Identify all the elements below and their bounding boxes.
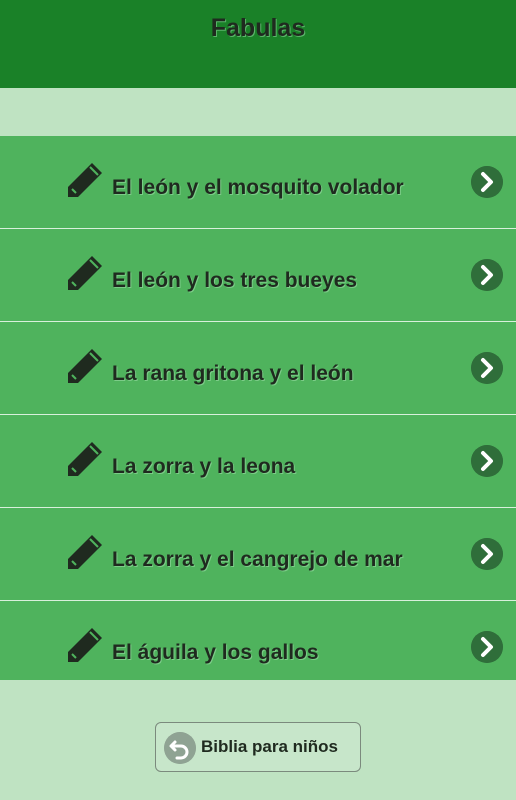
- list-item[interactable]: El águila y los gallos: [0, 600, 516, 680]
- biblia-ninos-label: Biblia para niños: [201, 737, 338, 756]
- list-item-label: El león y los tres bueyes: [112, 269, 358, 292]
- chevron-right-icon[interactable]: [471, 352, 503, 384]
- list-item[interactable]: La zorra y el cangrejo de mar: [0, 507, 516, 600]
- pencil-icon: [68, 628, 102, 662]
- list-item-label: La rana gritona y el león: [112, 362, 354, 385]
- page-title: Fabulas: [210, 14, 306, 42]
- pencil-icon: [68, 442, 102, 476]
- list-item-label: La zorra y la leona: [112, 455, 296, 478]
- list-item[interactable]: El león y el mosquito volador: [0, 136, 516, 228]
- list-item[interactable]: La zorra y la leona: [0, 414, 516, 507]
- biblia-ninos-button[interactable]: Biblia para niños: [155, 722, 361, 772]
- list-item[interactable]: El león y los tres bueyes: [0, 228, 516, 321]
- list-item[interactable]: La rana gritona y el león: [0, 321, 516, 414]
- list-item-label: El león y el mosquito volador: [112, 176, 404, 199]
- fable-list: El león y el mosquito volador El león y …: [0, 136, 516, 680]
- list-item-label: El águila y los gallos: [112, 641, 319, 664]
- back-arrow-icon: [164, 732, 196, 764]
- pencil-icon: [68, 163, 102, 197]
- pencil-icon: [68, 349, 102, 383]
- chevron-right-icon[interactable]: [471, 166, 503, 198]
- chevron-right-icon[interactable]: [471, 259, 503, 291]
- chevron-right-icon[interactable]: [471, 631, 503, 663]
- spacer-band: [0, 88, 516, 136]
- chevron-right-icon[interactable]: [471, 538, 503, 570]
- chevron-right-icon[interactable]: [471, 445, 503, 477]
- app-header: Fabulas: [0, 0, 516, 88]
- list-item-label: La zorra y el cangrejo de mar: [112, 548, 403, 571]
- pencil-icon: [68, 535, 102, 569]
- pencil-icon: [68, 256, 102, 290]
